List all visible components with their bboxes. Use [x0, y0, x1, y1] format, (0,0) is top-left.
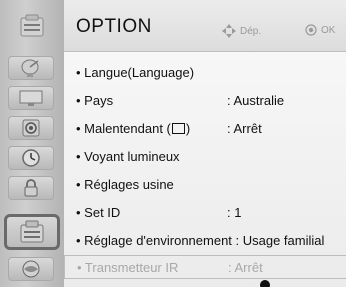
- sidebar-item-option[interactable]: [4, 214, 60, 250]
- menu-item-value: : 1: [227, 205, 242, 220]
- option-menu-icon: [20, 14, 44, 36]
- menu-item-mode-setting[interactable]: • Réglage d'environnement : Usage famili…: [64, 229, 346, 253]
- speaker-audio-icon: [22, 119, 40, 137]
- option-menu-icon: [20, 220, 44, 243]
- subtitle-box-icon: [171, 123, 185, 134]
- menu-item-country[interactable]: • Pays : Australie: [64, 89, 346, 113]
- satellite-dish-icon: [21, 59, 39, 77]
- menu-item-ir-blaster: • Transmetteur IR : Arrêt: [64, 255, 346, 279]
- option-list: • Langue(Language) • Pays : Australie • …: [64, 52, 346, 287]
- menu-item-factory-reset[interactable]: • Réglages usine: [64, 173, 346, 197]
- dpad-arrows-icon: [222, 24, 236, 38]
- menu-item-language[interactable]: • Langue(Language): [64, 61, 346, 85]
- ok-hint: OK: [305, 24, 335, 36]
- sidebar-item-setup[interactable]: [8, 56, 54, 80]
- menu-item-label: • Malentendant (): [76, 121, 191, 136]
- menu-item-label: • Voyant lumineux: [76, 149, 180, 164]
- menu-item-label: • Pays: [76, 93, 114, 108]
- ok-button-icon: [305, 24, 317, 36]
- sidebar-item-lock[interactable]: [8, 176, 54, 200]
- sidebar-item-time[interactable]: [8, 146, 54, 170]
- category-sidebar: [0, 0, 64, 287]
- move-hint: Dép.: [222, 24, 261, 38]
- menu-item-value: : Australie: [227, 93, 285, 108]
- ok-hint-label: OK: [321, 24, 336, 36]
- option-menu-screen: OPTION Dép. OK • Langue(Language) • Pays…: [0, 0, 346, 287]
- menu-item-hearing-impaired[interactable]: • Malentendant () : Arrêt: [64, 117, 346, 141]
- menu-category-icon-header: [0, 0, 64, 51]
- menu-header: OPTION Dép. OK: [64, 0, 346, 52]
- pointer-dot: [260, 280, 270, 287]
- clock-time-icon: [22, 149, 40, 167]
- menu-item-value: : Arrêt: [228, 260, 263, 275]
- menu-item-label: • Langue(Language): [76, 65, 195, 80]
- menu-item-label: • Transmetteur IR: [77, 260, 179, 275]
- menu-item-label: • Set ID: [76, 205, 121, 220]
- sidebar-item-picture[interactable]: [8, 86, 54, 110]
- sidebar-item-audio[interactable]: [8, 116, 54, 140]
- network-globe-icon: [22, 260, 40, 278]
- lock-icon: [24, 179, 38, 197]
- page-title: OPTION: [76, 16, 152, 37]
- menu-item-set-id[interactable]: • Set ID : 1: [64, 201, 346, 225]
- menu-item-value: : Arrêt: [227, 121, 262, 136]
- menu-item-power-indicator[interactable]: • Voyant lumineux: [64, 145, 346, 169]
- sidebar-item-network[interactable]: [8, 257, 54, 281]
- menu-item-label: • Réglage d'environnement : Usage famili…: [76, 233, 325, 248]
- menu-item-label: • Réglages usine: [76, 177, 174, 192]
- tv-picture-icon: [19, 90, 43, 106]
- move-hint-label: Dép.: [240, 25, 262, 37]
